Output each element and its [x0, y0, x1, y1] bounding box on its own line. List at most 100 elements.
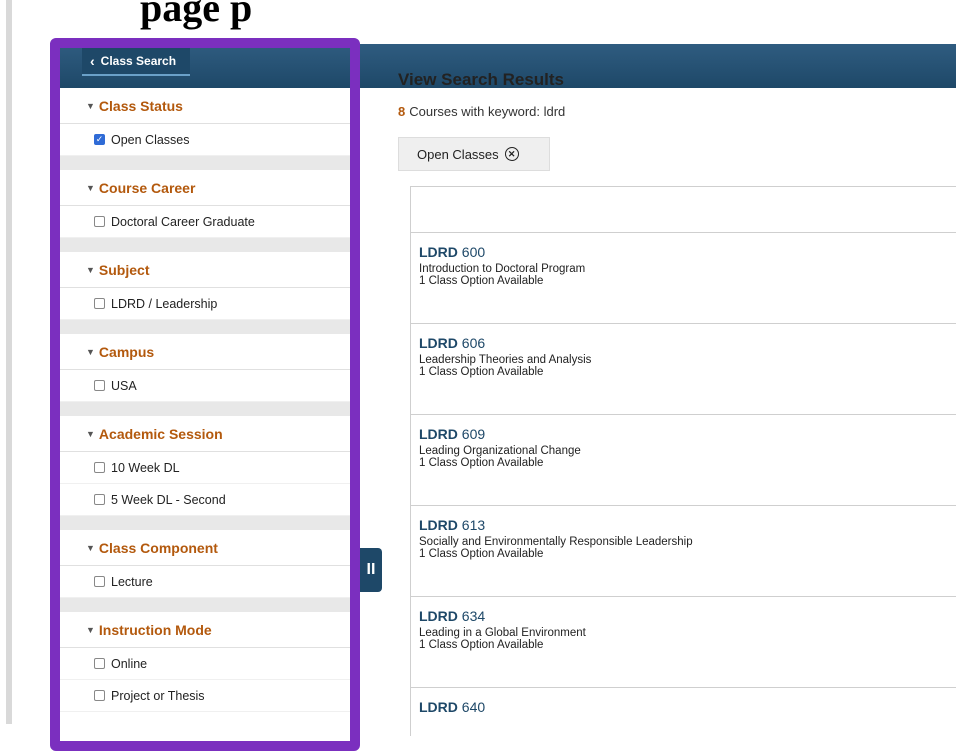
- filter-group-header[interactable]: ▼ Class Component: [60, 530, 352, 566]
- course-number: 640: [461, 699, 486, 715]
- collapse-triangle-icon: ▼: [86, 264, 95, 275]
- filter-option[interactable]: Doctoral Career Graduate: [60, 206, 352, 238]
- back-to-class-search-button[interactable]: ‹ Class Search: [82, 48, 191, 76]
- filter-option[interactable]: Lecture: [60, 566, 352, 598]
- filter-group-header[interactable]: ▼ Course Career: [60, 170, 352, 206]
- checkbox[interactable]: [94, 658, 105, 669]
- active-filter-label: Open Classes: [417, 146, 499, 162]
- filter-option-label: Project or Thesis: [111, 688, 205, 703]
- results-count-number: 8: [398, 104, 406, 119]
- course-card[interactable]: LDRD 613 Socially and Environmentally Res…: [411, 506, 956, 597]
- chevron-left-icon: ‹: [90, 53, 95, 69]
- filter-group-campus: ▼ Campus USA: [60, 320, 352, 402]
- filter-option-label: 10 Week DL: [111, 460, 180, 475]
- checkbox[interactable]: [94, 690, 105, 701]
- course-card[interactable]: LDRD 600 Introduction to Doctoral Program…: [411, 233, 956, 324]
- course-code[interactable]: LDRD 634: [419, 608, 956, 624]
- course-availability: 1 Class Option Available: [419, 457, 544, 469]
- course-card[interactable]: LDRD 634 Leading in a Global Environment 1…: [411, 597, 956, 688]
- remove-filter-icon[interactable]: ✕: [504, 147, 519, 161]
- filter-option-label: USA: [111, 378, 137, 393]
- checkbox[interactable]: [94, 380, 105, 391]
- course-title: Leadership Theories and Analysis: [419, 354, 592, 366]
- course-code[interactable]: LDRD 606: [419, 335, 956, 351]
- course-number: 600: [461, 244, 486, 260]
- back-button-label: Class Search: [100, 54, 177, 68]
- filter-group-header[interactable]: ▼ Class Status: [60, 88, 352, 124]
- page-heading-fragment: page p: [140, 0, 253, 30]
- checkbox[interactable]: [94, 494, 105, 505]
- filter-group-title: Academic Session: [98, 425, 223, 442]
- filter-group-header[interactable]: ▼ Campus: [60, 334, 352, 370]
- filter-group-class-component: ▼ Class Component Lecture: [60, 516, 352, 598]
- filter-option[interactable]: ✓ Open Classes: [60, 124, 352, 156]
- filter-option[interactable]: 5 Week DL - Second: [60, 484, 352, 516]
- filter-option-label: Online: [111, 656, 148, 671]
- course-title: Socially and Environmentally Responsible…: [419, 536, 693, 548]
- filter-group-title: Class Status: [98, 97, 183, 114]
- checkbox[interactable]: ✓: [94, 134, 105, 145]
- course-number: 613: [461, 517, 486, 533]
- results-title: View Search Results: [398, 70, 564, 88]
- course-availability: 1 Class Option Available: [419, 275, 544, 287]
- collapse-triangle-icon: ▼: [86, 428, 95, 439]
- course-title: Leading Organizational Change: [419, 445, 581, 457]
- collapse-triangle-icon: ▼: [86, 346, 95, 357]
- course-results-list: LDRD 600 Introduction to Doctoral Program…: [410, 186, 956, 736]
- filter-panel: ▼ Class Status ✓ Open Classes ▼ Course Career…: [60, 88, 352, 720]
- filter-group-class-status: ▼ Class Status ✓ Open Classes: [60, 88, 352, 156]
- course-title: Introduction to Doctoral Program: [419, 263, 586, 275]
- course-availability: 1 Class Option Available: [419, 366, 544, 378]
- checkbox[interactable]: [94, 298, 105, 309]
- filter-group-title: Class Component: [98, 539, 218, 556]
- course-card[interactable]: LDRD 609 Leading Organizational Change 1 C…: [411, 415, 956, 506]
- course-subject: LDRD: [419, 699, 458, 715]
- filter-group-header[interactable]: ▼ Academic Session: [60, 416, 352, 452]
- course-code[interactable]: LDRD 600: [419, 244, 956, 260]
- course-subject: LDRD: [419, 244, 458, 260]
- filter-group-academic-session: ▼ Academic Session 10 Week DL 5 Week DL - S…: [60, 402, 352, 516]
- course-number: 606: [461, 335, 486, 351]
- course-availability: 1 Class Option Available: [419, 548, 544, 560]
- course-title: Leading in a Global Environment: [419, 627, 586, 639]
- filter-group-header[interactable]: ▼ Subject: [60, 252, 352, 288]
- course-subject: LDRD: [419, 426, 458, 442]
- results-count-text: Courses with keyword: ldrd: [409, 104, 566, 119]
- left-divider: [6, 0, 12, 724]
- filter-option[interactable]: LDRD / Leadership: [60, 288, 352, 320]
- course-card[interactable]: LDRD 606 Leadership Theories and Analysis…: [411, 324, 956, 415]
- list-header-row: [411, 187, 956, 233]
- filter-option-label: 5 Week DL - Second: [111, 492, 226, 507]
- pause-icon: II: [366, 561, 376, 578]
- course-number: 609: [461, 426, 486, 442]
- filter-option[interactable]: Online: [60, 648, 352, 680]
- filter-option[interactable]: USA: [60, 370, 352, 402]
- collapse-panel-handle[interactable]: II: [360, 548, 382, 592]
- course-subject: LDRD: [419, 335, 458, 351]
- filter-option[interactable]: 10 Week DL: [60, 452, 352, 484]
- course-subject: LDRD: [419, 517, 458, 533]
- filter-option-label: Doctoral Career Graduate: [111, 214, 255, 229]
- checkbox[interactable]: [94, 216, 105, 227]
- collapse-triangle-icon: ▼: [86, 624, 95, 635]
- course-code[interactable]: LDRD 613: [419, 517, 956, 533]
- filter-option-label: LDRD / Leadership: [111, 296, 218, 311]
- active-filter-chip[interactable]: Open Classes ✕: [398, 137, 550, 171]
- filter-option-label: Lecture: [111, 574, 153, 589]
- filter-group-header[interactable]: ▼ Instruction Mode: [60, 612, 352, 648]
- course-availability: 1 Class Option Available: [419, 639, 544, 651]
- filter-group-title: Instruction Mode: [98, 621, 212, 638]
- results-count: 8 Courses with keyword: ldrd: [398, 104, 565, 119]
- course-subject: LDRD: [419, 608, 458, 624]
- filter-group-subject: ▼ Subject LDRD / Leadership: [60, 238, 352, 320]
- course-code[interactable]: LDRD 640: [419, 699, 956, 715]
- course-code[interactable]: LDRD 609: [419, 426, 956, 442]
- filter-group-course-career: ▼ Course Career Doctoral Career Graduate: [60, 156, 352, 238]
- filter-group-title: Subject: [98, 261, 150, 278]
- checkbox[interactable]: [94, 576, 105, 587]
- filter-option[interactable]: Project or Thesis: [60, 680, 352, 712]
- course-card[interactable]: LDRD 640: [411, 688, 956, 736]
- collapse-triangle-icon: ▼: [86, 542, 95, 553]
- filter-option-label: Open Classes: [111, 132, 190, 147]
- checkbox[interactable]: [94, 462, 105, 473]
